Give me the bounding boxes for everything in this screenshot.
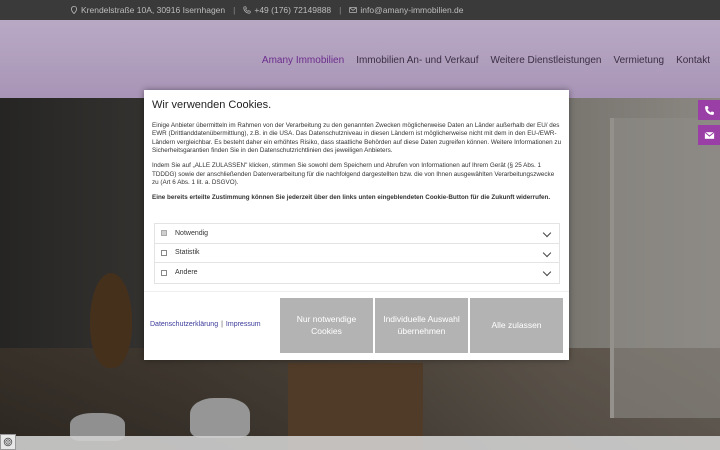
cookie-paragraph-bold: Eine bereits erteilte Zustimmung können … xyxy=(152,193,551,201)
allow-all-button[interactable]: Alle zulassen xyxy=(470,298,563,353)
chevron-down-icon[interactable] xyxy=(542,267,552,277)
nav-item-services[interactable]: Weitere Dienstleistungen xyxy=(490,55,601,66)
privacy-link[interactable]: Datenschutzerklärung xyxy=(150,321,218,328)
phone-item[interactable]: +49 (176) 72149888 xyxy=(243,5,331,15)
location-icon xyxy=(71,6,77,14)
legal-links: Datenschutzerklärung | Impressum xyxy=(150,321,261,328)
category-label: Notwendig xyxy=(175,229,209,237)
category-statistics-checkbox[interactable] xyxy=(161,249,167,256)
phone-icon xyxy=(243,6,251,14)
mail-icon xyxy=(349,7,358,13)
imprint-link[interactable]: Impressum xyxy=(226,321,261,328)
phone-text: +49 (176) 72149888 xyxy=(254,5,332,15)
nav-item-home[interactable]: Amany Immobilien xyxy=(262,55,344,66)
phone-icon xyxy=(704,105,714,115)
cookie-categories: Notwendig Statistik Andere xyxy=(154,223,560,284)
email-item[interactable]: info@amany-immobilien.de xyxy=(349,5,464,15)
nav-item-contact[interactable]: Kontakt xyxy=(676,55,710,66)
category-label: Statistik xyxy=(175,249,200,257)
category-label: Andere xyxy=(175,269,198,277)
category-statistics[interactable]: Statistik xyxy=(155,244,559,263)
main-nav: Amany Immobilien Immobilien An- und Verk… xyxy=(262,55,710,66)
cookie-dialog: Wir verwenden Cookies. Einige Anbieter ü… xyxy=(144,90,569,360)
category-other[interactable]: Andere xyxy=(155,263,559,283)
site-header: Amany Immobilien Immobilien An- und Verk… xyxy=(0,20,720,98)
individual-selection-button[interactable]: Individuelle Auswahl übernehmen xyxy=(375,298,468,353)
link-separator: | xyxy=(221,321,223,328)
address-item: Krendelstraße 10A, 30916 Isernhagen xyxy=(70,5,225,15)
topbar-divider: | xyxy=(339,5,342,15)
cookie-title: Wir verwenden Cookies. xyxy=(152,99,272,111)
chevron-down-icon[interactable] xyxy=(542,248,552,257)
cookie-paragraph: Einige Anbieter übermitteln im Rahmen vo… xyxy=(152,122,562,155)
nav-item-buy-sell[interactable]: Immobilien An- und Verkauf xyxy=(356,55,478,66)
side-mail-button[interactable] xyxy=(698,125,720,145)
category-necessary[interactable]: Notwendig xyxy=(155,224,559,244)
cookie-paragraph: Indem Sie auf „ALLE ZULASSEN" klicken, s… xyxy=(152,162,555,186)
email-text: info@amany-immobilien.de xyxy=(360,5,464,15)
category-necessary-checkbox xyxy=(161,230,167,237)
necessary-cookies-button[interactable]: Nur notwendige Cookies xyxy=(280,298,373,353)
fingerprint-glyph xyxy=(3,437,13,447)
cookie-text: Einige Anbieter übermitteln im Rahmen vo… xyxy=(152,122,562,209)
nav-item-rental[interactable]: Vermietung xyxy=(613,55,664,66)
mail-icon xyxy=(704,131,714,139)
chevron-down-icon[interactable] xyxy=(542,228,552,238)
footer-strip xyxy=(0,436,720,450)
address-text: Krendelstraße 10A, 30916 Isernhagen xyxy=(81,5,226,15)
contact-topbar: Krendelstraße 10A, 30916 Isernhagen | +4… xyxy=(0,0,720,20)
topbar-divider: | xyxy=(233,5,236,15)
side-phone-button[interactable] xyxy=(698,100,720,120)
fingerprint-icon[interactable] xyxy=(0,434,16,450)
dialog-divider xyxy=(144,291,569,292)
category-other-checkbox[interactable] xyxy=(161,269,167,276)
